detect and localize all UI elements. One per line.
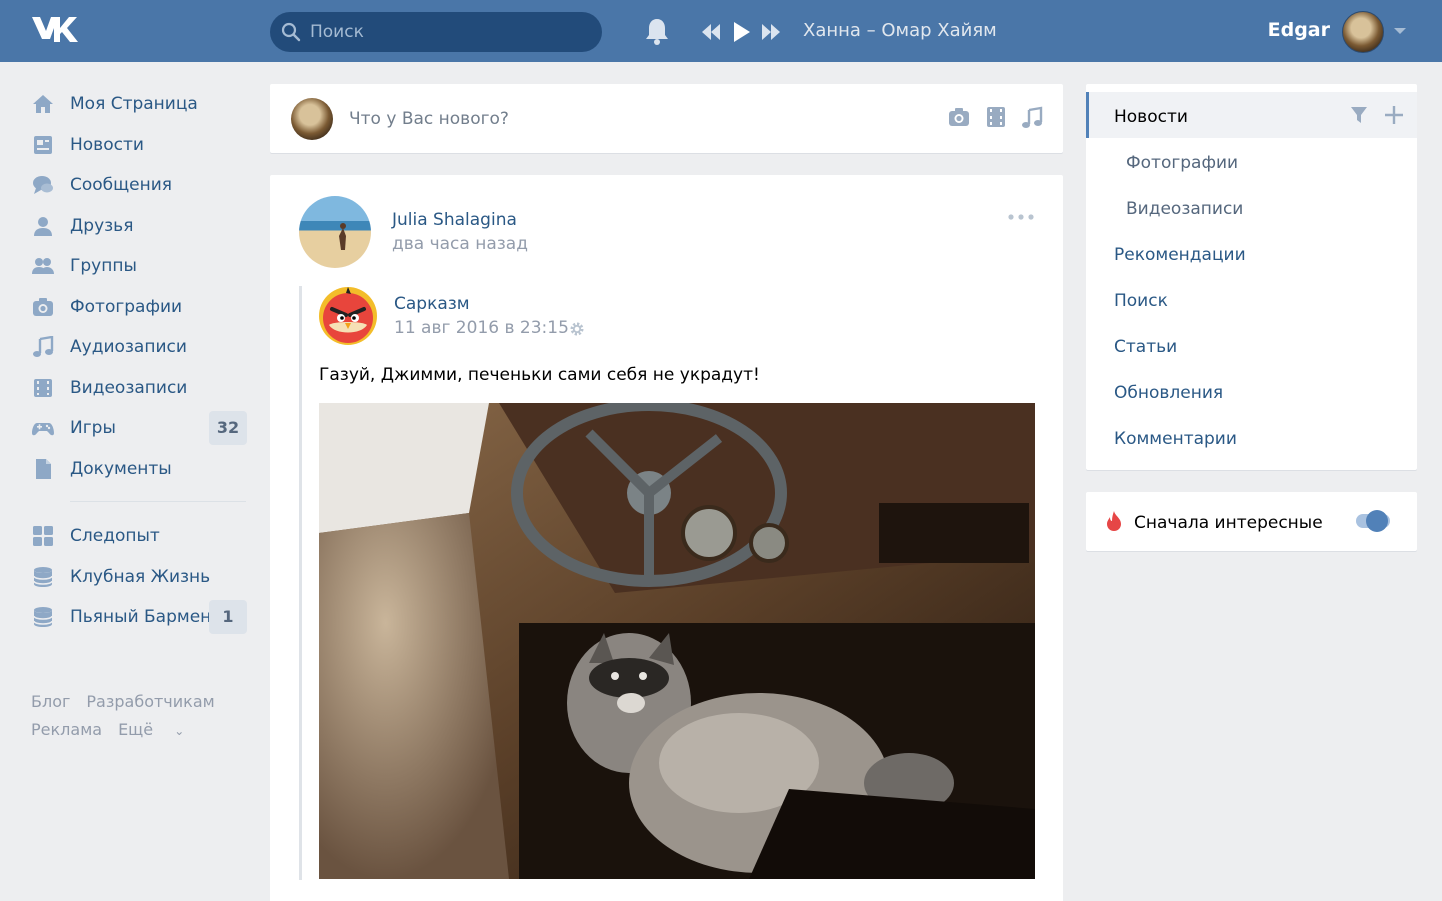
toggle-knob[interactable] [1366,510,1388,532]
sidebar-item-friends[interactable]: Друзья [24,206,254,247]
music-icon [33,336,54,357]
left-sidebar: Моя Страница Новости Сообщения Друзья Гр… [24,84,254,638]
sidebar-item-messages[interactable]: Сообщения [24,165,254,206]
chevron-down-icon[interactable] [1394,28,1406,34]
post-author-link[interactable]: Julia Shalagina [392,210,517,230]
count-badge: 1 [209,600,247,634]
top-header: Поиск Ханна – Омар Хайям Edgar [0,0,1442,62]
sidebar-item-label: Игры [70,418,116,438]
vk-logo[interactable] [30,14,80,46]
news-menu-item-videos[interactable]: Видеозаписи [1126,199,1243,219]
document-icon [36,458,51,479]
prev-track-icon[interactable] [700,23,722,41]
news-post: Julia Shalagina два часа назад Сарказм 1… [270,175,1063,901]
news-menu-item-recommendations[interactable]: Рекомендации [1114,245,1246,265]
post-timestamp[interactable]: два часа назад [392,234,528,254]
post-text: Газуй, Джимми, печеньки сами себя не укр… [319,365,760,385]
sidebar-item-label: Пьяный Бармен [70,607,212,627]
footer-link-blog[interactable]: Блог [31,692,70,711]
messages-icon [33,176,53,194]
footer-link-ads[interactable]: Реклама [31,720,102,739]
sidebar-item-label: Документы [70,458,172,479]
repost-source-link[interactable]: Сарказм [394,294,470,314]
plus-icon[interactable] [1384,105,1404,125]
news-menu-item-search[interactable]: Поиск [1114,291,1168,311]
author-avatar[interactable] [299,196,371,268]
avatar [291,98,333,140]
sidebar-footer-links: Блог Разработчикам Реклама Ещё ⌄ [31,688,251,745]
news-menu-item-updates[interactable]: Обновления [1114,383,1223,403]
friend-icon [34,216,52,236]
count-badge: 32 [209,411,247,445]
chevron-down-icon: ⌄ [174,724,185,738]
sidebar-app-sledopyt[interactable]: Следопыт [24,516,254,557]
app-stack-icon [33,566,53,587]
footer-link-developers[interactable]: Разработчикам [86,692,214,711]
sidebar-divider [70,501,246,502]
sidebar-item-my-page[interactable]: Моя Страница [24,84,254,125]
sidebar-app-club-life[interactable]: Клубная Жизнь [24,557,254,598]
sidebar-item-documents[interactable]: Документы [24,449,254,490]
news-menu-item-photos[interactable]: Фотографии [1126,153,1238,173]
camera-icon[interactable] [947,106,971,128]
composer-attach-icons [947,106,1043,130]
music-icon[interactable] [1021,106,1043,130]
sidebar-item-label: Сообщения [70,175,173,195]
interesting-first-label: Сначала интересные [1134,513,1323,533]
now-playing-track[interactable]: Ханна – Омар Хайям [803,20,997,41]
more-options-icon[interactable] [1007,213,1035,221]
footer-link-more[interactable]: Ещё ⌄ [118,720,200,739]
play-icon[interactable] [730,21,752,43]
groups-icon [32,258,54,274]
sidebar-item-audio[interactable]: Аудиозаписи [24,327,254,368]
sidebar-item-video[interactable]: Видеозаписи [24,368,254,409]
sidebar-item-label: Следопыт [70,526,160,546]
post-photo[interactable] [319,403,1035,879]
gear-icon[interactable] [569,321,585,337]
sidebar-item-label: Группы [70,256,137,276]
news-menu-item-comments[interactable]: Комментарии [1114,429,1237,449]
sidebar-item-games[interactable]: Игры 32 [24,408,254,449]
camera-icon [33,297,53,316]
next-track-icon[interactable] [760,23,782,41]
search-box[interactable]: Поиск [270,12,602,52]
film-icon [34,378,52,397]
news-filter-menu: Новости Фотографии Видеозаписи Рекоменда… [1086,84,1417,470]
film-icon[interactable] [985,106,1007,128]
news-icon [34,135,52,154]
repost-bar [299,286,302,880]
sidebar-item-label: Друзья [70,215,134,236]
gamepad-icon [32,423,54,436]
sidebar-item-label: Аудиозаписи [70,337,187,357]
search-input[interactable]: Поиск [310,22,364,42]
bell-icon[interactable] [644,17,670,45]
sidebar-app-drunk-bartender[interactable]: Пьяный Бармен 1 [24,597,254,638]
sidebar-item-photos[interactable]: Фотографии [24,287,254,328]
sidebar-item-label: Моя Страница [70,94,198,114]
sidebar-item-label: Видеозаписи [70,377,188,398]
search-icon [281,22,301,42]
sidebar-item-groups[interactable]: Группы [24,246,254,287]
avatar[interactable] [1342,11,1384,53]
interesting-first-toggle-row[interactable]: Сначала интересные [1086,492,1417,551]
home-icon [33,95,53,113]
user-name[interactable]: Edgar [1268,19,1330,41]
sidebar-item-label: Клубная Жизнь [70,566,211,587]
repost-date[interactable]: 11 авг 2016 в 23:15 [394,318,569,338]
source-avatar[interactable] [319,287,377,345]
sidebar-item-label: Фотографии [70,296,183,317]
footer-more-label: Ещё [118,720,154,739]
post-composer: Что у Вас нового? [270,84,1063,153]
app-stack-icon [33,607,53,627]
news-menu-item-news[interactable]: Новости [1114,107,1188,127]
sidebar-item-label: Новости [70,134,144,155]
filter-icon[interactable] [1350,106,1368,124]
status-input[interactable]: Что у Вас нового? [349,109,509,129]
apps-grid-icon [33,526,53,546]
news-menu-item-articles[interactable]: Статьи [1114,337,1177,357]
sidebar-item-news[interactable]: Новости [24,125,254,166]
audio-player-controls [700,18,782,46]
fire-icon [1107,511,1121,531]
